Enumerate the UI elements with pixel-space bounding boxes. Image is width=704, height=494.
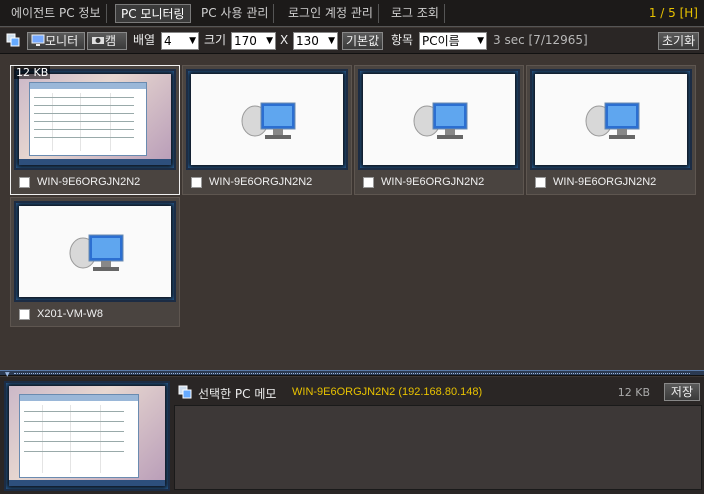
network-computer-icon <box>69 234 124 271</box>
network-computer-icon <box>413 102 468 139</box>
cam-button-label: 캠 <box>105 34 117 48</box>
height-select[interactable]: 130 ▼ <box>293 32 338 50</box>
reset-button[interactable]: 초기화 <box>658 32 700 50</box>
array-select[interactable]: 4 ▼ <box>161 32 199 50</box>
array-select-value: 4 <box>164 34 172 48</box>
refresh-status: 3 sec [7/12965] <box>493 33 588 47</box>
tab-agent-pc-info[interactable]: 에이전트 PC 정보 <box>6 4 107 23</box>
pc-thumbnail[interactable]: 12 KB WIN-9E6ORGJN2N2 <box>10 65 180 195</box>
item-label: 항목 <box>391 33 414 47</box>
panel-splitter[interactable]: ▼ <box>0 370 704 378</box>
item-select-value: PC이름 <box>422 34 460 48</box>
screenshot-size: 12 KB <box>617 386 650 399</box>
screen-preview <box>14 201 176 302</box>
memo-header: 선택한 PC 메모 WIN-9E6ORGJN2N2 (192.168.80.14… <box>174 381 702 403</box>
pc-thumbnail[interactable]: WIN-9E6ORGJN2N2 <box>354 65 524 195</box>
pc-thumbnail[interactable]: WIN-9E6ORGJN2N2 <box>526 65 696 195</box>
thumbnail-footer: WIN-9E6ORGJN2N2 <box>355 172 523 194</box>
select-checkbox[interactable] <box>535 177 546 188</box>
chevron-down-icon: ▼ <box>266 36 273 46</box>
tab-pc-monitoring[interactable]: PC 모니터링 <box>115 4 191 23</box>
chevron-down-icon: ▼ <box>328 36 335 46</box>
array-label: 배열 <box>133 33 156 47</box>
selected-pc-label: WIN-9E6ORGJN2N2 (192.168.80.148) <box>292 386 483 398</box>
chevron-down-icon: ▼ <box>189 36 196 46</box>
width-select[interactable]: 170 ▼ <box>231 32 276 50</box>
screen-preview <box>358 69 520 170</box>
window-copy-icon[interactable] <box>6 33 20 51</box>
monitoring-toolbar: 모니터 캠 배열 4 ▼ 크기 170 ▼ X 130 ▼ 기본값 항목 PC이름 ▼ … <box>0 28 704 54</box>
times-label: X <box>280 33 289 47</box>
splitter-grip <box>14 373 690 374</box>
page-indicator: 1 / 5 [H] <box>648 6 698 20</box>
tab-bar: 에이전트 PC 정보 PC 모니터링 PC 사용 관리 로그인 계정 관리 로그… <box>0 0 704 27</box>
thumbnail-footer: WIN-9E6ORGJN2N2 <box>527 172 695 194</box>
thumbnail-footer: WIN-9E6ORGJN2N2 <box>183 172 351 194</box>
select-checkbox[interactable] <box>191 177 202 188</box>
pc-name: X201-VM-W8 <box>37 308 104 320</box>
pc-name: WIN-9E6ORGJN2N2 <box>381 176 485 188</box>
select-checkbox[interactable] <box>363 177 374 188</box>
chevron-down-icon: ▼ <box>477 36 484 46</box>
pc-thumbnail[interactable]: WIN-9E6ORGJN2N2 <box>182 65 352 195</box>
thumbnail-footer: WIN-9E6ORGJN2N2 <box>11 172 179 194</box>
pc-name: WIN-9E6ORGJN2N2 <box>37 176 141 188</box>
tab-pc-usage-management[interactable]: PC 사용 관리 <box>196 4 275 23</box>
screen-preview <box>186 69 348 170</box>
thumbnail-footer: X201-VM-W8 <box>11 304 179 326</box>
tab-login-account-management[interactable]: 로그인 계정 관리 <box>283 4 379 23</box>
tab-log-inquiry[interactable]: 로그 조회 <box>386 4 445 23</box>
pc-name: WIN-9E6ORGJN2N2 <box>553 176 657 188</box>
monitor-button[interactable]: 모니터 <box>27 32 85 50</box>
monitor-button-label: 모니터 <box>45 34 79 48</box>
default-button[interactable]: 기본값 <box>342 32 384 50</box>
monitor-icon <box>31 34 45 48</box>
pc-thumbnail[interactable]: X201-VM-W8 <box>10 197 180 327</box>
select-checkbox[interactable] <box>19 309 30 320</box>
memo-panel: 선택한 PC 메모 WIN-9E6ORGJN2N2 (192.168.80.14… <box>0 377 704 494</box>
desktop-screenshot <box>14 69 176 170</box>
item-select[interactable]: PC이름 ▼ <box>419 32 487 50</box>
memo-title: 선택한 PC 메모 <box>198 387 277 401</box>
memo-textarea[interactable] <box>174 405 702 490</box>
width-select-value: 170 <box>234 34 257 48</box>
screen-preview <box>530 69 692 170</box>
height-select-value: 130 <box>296 34 319 48</box>
camera-icon <box>91 34 105 48</box>
pc-name: WIN-9E6ORGJN2N2 <box>209 176 313 188</box>
network-computer-icon <box>585 102 640 139</box>
memo-icon <box>178 385 192 400</box>
select-checkbox[interactable] <box>19 177 30 188</box>
cam-button[interactable]: 캠 <box>87 32 127 50</box>
selected-pc-preview <box>4 381 170 491</box>
thumbnail-size-badge: 12 KB <box>14 66 51 79</box>
save-button[interactable]: 저장 <box>663 383 700 401</box>
network-computer-icon <box>241 102 296 139</box>
size-label: 크기 <box>204 33 227 47</box>
